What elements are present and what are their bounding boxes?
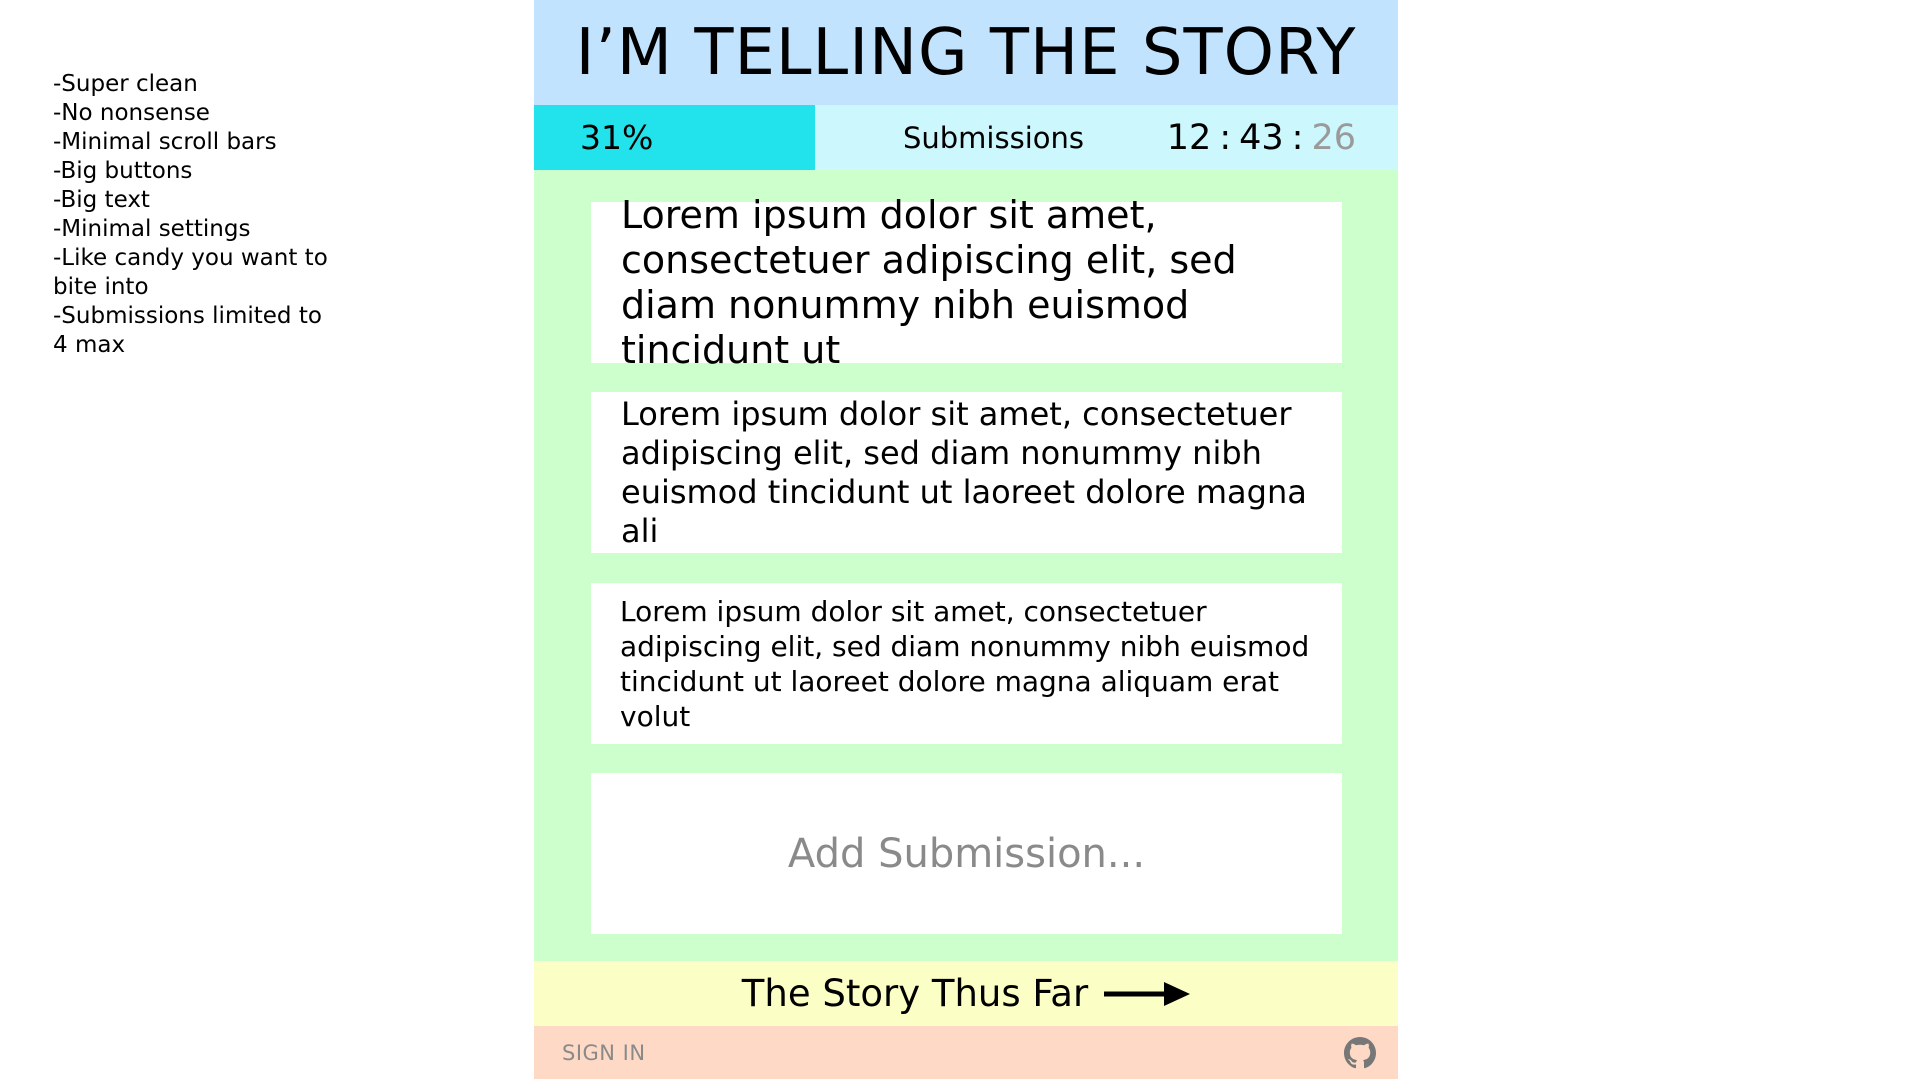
app-header: I’M TELLING THE STORY bbox=[534, 0, 1398, 105]
progress-indicator: 31% bbox=[534, 105, 815, 170]
note-item: -No nonsense bbox=[53, 100, 210, 126]
page-title: I’M TELLING THE STORY bbox=[575, 15, 1357, 90]
submission-card[interactable]: Lorem ipsum dolor sit amet, consectetuer… bbox=[591, 193, 1342, 372]
note-item: -Minimal settings bbox=[53, 216, 251, 242]
sign-in-link[interactable]: SIGN IN bbox=[562, 1041, 646, 1065]
note-item: -Submissions limited to bbox=[53, 303, 322, 329]
submission-card[interactable]: Lorem ipsum dolor sit amet, consectetuer… bbox=[591, 583, 1342, 744]
note-item: 4 max bbox=[53, 332, 126, 358]
note-item: -Big text bbox=[53, 187, 150, 213]
app-panel: I’M TELLING THE STORY 31% Submissions 12… bbox=[534, 0, 1398, 1079]
timer-hours: 12 bbox=[1166, 117, 1212, 158]
story-thus-far-label: The Story Thus Far bbox=[741, 972, 1089, 1015]
note-item: -Minimal scroll bars bbox=[53, 129, 277, 155]
bottom-bar: SIGN IN bbox=[534, 1026, 1398, 1079]
status-bar: 31% Submissions 12 : 43 : 26 bbox=[534, 105, 1398, 170]
timer-minutes: 43 bbox=[1239, 117, 1284, 158]
timer-separator: : bbox=[1219, 117, 1232, 158]
note-item: -Like candy you want to bbox=[53, 245, 328, 271]
design-notes: -Super clean -No nonsense -Minimal scrol… bbox=[53, 70, 353, 360]
submission-text: Lorem ipsum dolor sit amet, consectetuer… bbox=[621, 192, 1237, 372]
timer-seconds: 26 bbox=[1311, 117, 1356, 158]
countdown-timer: 12 : 43 : 26 bbox=[1158, 105, 1398, 170]
story-thus-far-button[interactable]: The Story Thus Far bbox=[534, 961, 1398, 1026]
timer-separator: : bbox=[1291, 117, 1304, 158]
progress-label: 31% bbox=[580, 118, 654, 157]
tab-submissions[interactable]: Submissions bbox=[815, 105, 1158, 170]
tab-submissions-label: Submissions bbox=[902, 120, 1084, 155]
submission-text: Lorem ipsum dolor sit amet, consectetuer… bbox=[620, 594, 1310, 733]
submission-card[interactable]: Lorem ipsum dolor sit amet, consectetuer… bbox=[591, 392, 1342, 553]
submissions-area: Lorem ipsum dolor sit amet, consectetuer… bbox=[534, 170, 1398, 961]
add-submission-input[interactable]: Add Submission... bbox=[591, 773, 1342, 934]
note-item: -Big buttons bbox=[53, 158, 193, 184]
note-item: bite into bbox=[53, 274, 149, 300]
arrow-right-icon bbox=[1104, 981, 1191, 1006]
github-icon[interactable] bbox=[1344, 1036, 1376, 1069]
note-item: -Super clean bbox=[53, 71, 198, 97]
add-submission-placeholder: Add Submission... bbox=[787, 830, 1146, 877]
submission-text: Lorem ipsum dolor sit amet, consectetuer… bbox=[621, 394, 1307, 550]
